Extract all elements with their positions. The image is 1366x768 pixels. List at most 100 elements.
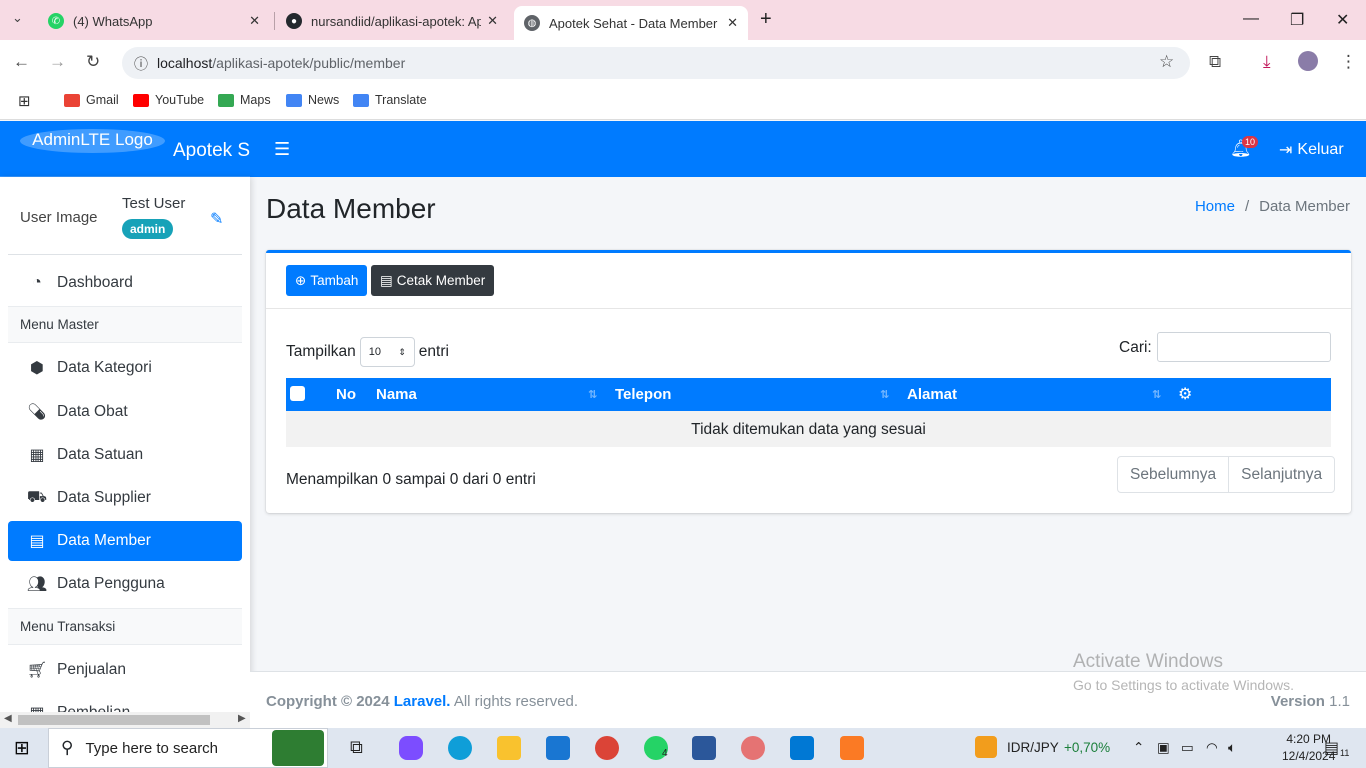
forward-icon[interactable]: → <box>49 52 66 72</box>
volume-icon[interactable]: 🔈︎ <box>1228 740 1236 756</box>
sidebar-item-satuan[interactable]: ▦ Data Satuan <box>8 435 242 475</box>
windows-start-icon[interactable]: ⊞ <box>14 737 30 760</box>
address-bar[interactable]: ⓘ localhost/aplikasi-apotek/public/membe… <box>122 47 1190 79</box>
close-icon[interactable]: ✕ <box>727 15 738 31</box>
restore-icon[interactable]: ❐ <box>1290 10 1304 30</box>
bookmarks-bar: ⊞ Gmail YouTube Maps News Translate <box>0 84 1366 120</box>
site-info-icon[interactable]: ⓘ <box>134 54 148 74</box>
copilot-icon[interactable] <box>399 736 423 760</box>
sidebar-item-dashboard[interactable]: ◔ Dashboard <box>8 263 242 303</box>
select-arrows-icon: ⇕ <box>398 346 406 357</box>
top-navbar: ☰ 🔔︎ 10 ⇥ Keluar <box>250 121 1366 177</box>
word-icon[interactable] <box>692 736 716 760</box>
browser-toolbar: ← → ↻ ⓘ localhost/aplikasi-apotek/public… <box>0 40 1366 84</box>
wifi-icon[interactable]: ◠ <box>1206 740 1218 756</box>
id-card-icon: ▤ <box>380 272 393 288</box>
page-length-control: Tampilkan 10 ⇕ entri <box>286 337 449 367</box>
battery-icon[interactable]: ▭ <box>1181 740 1194 756</box>
edge-icon[interactable] <box>448 736 472 760</box>
chrome-profile-icon[interactable] <box>741 736 765 760</box>
breadcrumb-home-link[interactable]: Home <box>1195 198 1235 215</box>
select-all-checkbox[interactable] <box>290 386 305 401</box>
bookmark-news[interactable]: News <box>286 93 339 107</box>
youtube-icon <box>133 93 149 107</box>
bookmark-maps[interactable]: Maps <box>218 93 271 107</box>
sidebar-item-member[interactable]: ▤ Data Member <box>8 521 242 561</box>
close-icon[interactable]: ✕ <box>487 13 498 29</box>
box-icon: ⬢ <box>30 360 44 377</box>
notifications-bell-icon[interactable]: 🔔︎ 10 <box>1230 136 1259 159</box>
chevron-up-icon[interactable]: ⌃ <box>1133 740 1144 756</box>
logout-button[interactable]: ⇥ Keluar <box>1279 140 1344 160</box>
sort-icon: ⇅ <box>588 389 598 401</box>
laravel-link[interactable]: Laravel. <box>394 693 451 710</box>
scroll-left-icon[interactable]: ◀ <box>4 713 12 724</box>
column-no[interactable]: No <box>336 386 356 403</box>
task-view-icon[interactable]: ⧉ <box>350 737 363 758</box>
currency-pair[interactable]: IDR/JPY <box>1007 740 1059 755</box>
user-name[interactable]: Test User <box>122 195 185 212</box>
sidebar-item-pengguna[interactable]: 👥︎ Data Pengguna <box>8 564 242 604</box>
close-window-icon[interactable]: ✕ <box>1336 10 1349 30</box>
search-input[interactable] <box>1157 332 1331 362</box>
table-info: Menampilkan 0 sampai 0 dari 0 entri <box>286 471 536 488</box>
bookmark-star-icon[interactable]: ☆ <box>1159 52 1174 72</box>
bookmark-translate[interactable]: Translate <box>353 93 427 107</box>
profile-avatar[interactable] <box>1298 51 1318 71</box>
meet-icon[interactable]: ▣ <box>1157 740 1170 756</box>
close-icon[interactable]: ✕ <box>249 13 260 29</box>
next-page-button[interactable]: Selanjutnya <box>1228 457 1334 492</box>
hamburger-menu-icon[interactable]: ☰ <box>274 139 290 160</box>
extensions-icon[interactable]: ⧉ <box>1209 52 1221 72</box>
scroll-right-icon[interactable]: ▶ <box>238 713 246 724</box>
add-member-button[interactable]: ⊕ Tambah <box>286 265 368 296</box>
sidebar-item-obat[interactable]: 💊︎ Data Obat <box>8 392 242 432</box>
sidebar-horizontal-scrollbar[interactable]: ◀ ▶ <box>0 712 250 728</box>
bookmark-gmail[interactable]: Gmail <box>64 93 119 107</box>
sidebar-item-supplier[interactable]: ⛟ Data Supplier <box>8 478 242 518</box>
url-text: localhost/aplikasi-apotek/public/member <box>157 55 406 71</box>
new-tab-icon[interactable]: + <box>760 8 772 31</box>
page-length-select[interactable]: 10 ⇕ <box>359 337 415 367</box>
user-role-badge: admin <box>122 219 174 239</box>
truck-icon: ⛟ <box>26 489 48 506</box>
download-icon[interactable]: ⤓ <box>1263 52 1271 72</box>
file-explorer-icon[interactable] <box>497 736 521 760</box>
tab-github[interactable]: ● nursandiid/aplikasi-apotek: Apl ✕ <box>276 6 508 36</box>
minimize-icon[interactable]: — <box>1243 10 1259 28</box>
column-alamat[interactable]: Alamat <box>907 386 957 403</box>
print-member-button[interactable]: ▤ Cetak Member <box>371 265 495 296</box>
tab-whatsapp[interactable]: ✆ (4) WhatsApp ✕ <box>38 6 270 36</box>
vscode-icon[interactable] <box>790 736 814 760</box>
cart-icon: 🛒︎ <box>26 662 48 679</box>
notification-center-icon[interactable]: ▤ <box>1324 738 1339 758</box>
tab-title: (4) WhatsApp <box>73 13 153 29</box>
apps-grid-icon[interactable]: ⊞ <box>18 92 31 110</box>
dashboard-gauge-icon: ◔ <box>32 274 42 291</box>
column-telepon[interactable]: Telepon <box>615 386 671 403</box>
tab-apotek[interactable]: ◍ Apotek Sehat - Data Member ✕ <box>514 6 748 40</box>
chrome-icon[interactable] <box>595 736 619 760</box>
back-icon[interactable]: ← <box>13 52 30 72</box>
edit-profile-icon[interactable]: ✎ <box>210 209 223 229</box>
brand-link[interactable]: AdminLTE Logo Apotek Sehat <box>0 121 250 177</box>
scrollbar-thumb[interactable] <box>18 715 210 725</box>
sidebar-item-kategori[interactable]: ⬢ Data Kategori <box>8 348 242 388</box>
windows-taskbar: ⊞ ⚲ Type here to search ⧉ 4 IDR/JPY +0,7… <box>0 728 1366 768</box>
xampp-icon[interactable] <box>840 736 864 760</box>
boxes-icon: ▦ <box>29 447 45 464</box>
breadcrumb: Home / Data Member <box>1195 198 1350 215</box>
column-nama[interactable]: Nama <box>376 386 417 403</box>
sidebar-item-penjualan[interactable]: 🛒︎ Penjualan <box>8 650 242 690</box>
reload-icon[interactable]: ↻ <box>86 52 100 72</box>
gear-icon: ⚙ <box>1178 386 1193 403</box>
copyright: Copyright © 2024 Laravel. All rights res… <box>266 693 579 710</box>
previous-page-button[interactable]: Sebelumnya <box>1118 457 1228 492</box>
menu-kebab-icon[interactable]: ⋮ <box>1340 52 1357 72</box>
mail-icon[interactable] <box>546 736 570 760</box>
page-title: Data Member <box>266 193 436 224</box>
bookmark-youtube[interactable]: YouTube <box>133 93 204 107</box>
sort-icon: ⇅ <box>880 389 890 401</box>
tab-search-icon[interactable]: ⌄ <box>12 10 23 26</box>
globe-icon: ◍ <box>524 15 540 31</box>
